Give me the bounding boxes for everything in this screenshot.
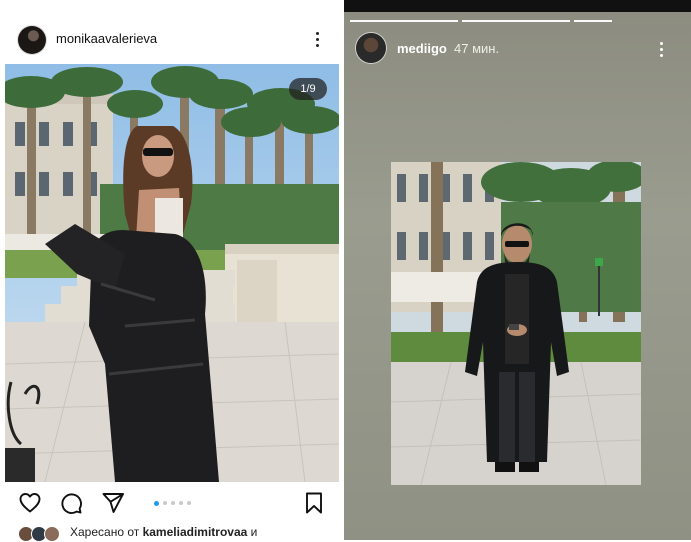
carousel-dot (163, 501, 167, 505)
story-author-avatar[interactable] (356, 33, 386, 63)
post-header: monikaavalerieva (0, 18, 344, 62)
story-photo-illustration (391, 162, 641, 485)
carousel-indicator (154, 500, 191, 507)
carousel-dot-active (154, 500, 159, 506)
post-author-avatar[interactable] (18, 26, 46, 54)
more-vertical-icon[interactable] (311, 28, 325, 50)
story-progress-segment (350, 20, 458, 22)
story-timestamp: 47 мин. (454, 41, 500, 56)
image-counter-badge: 1/9 (289, 78, 327, 100)
story-panel[interactable]: mediigo 47 мин. (344, 0, 691, 540)
post-actions-bar (0, 486, 344, 520)
story-progress-segment (574, 20, 612, 22)
carousel-dot (179, 501, 183, 505)
carousel-dot (171, 501, 175, 505)
post-photo[interactable]: 1/9 (5, 64, 339, 482)
bookmark-icon[interactable] (302, 491, 326, 515)
liked-by-username[interactable]: kameliadimitrovaa (143, 525, 248, 539)
post-photo-illustration (5, 64, 339, 482)
story-photo[interactable] (391, 162, 641, 485)
post-panel: monikaavalerieva 1/9 Харесано от kamelia… (0, 0, 344, 542)
liked-by-prefix: Харесано от (70, 525, 143, 539)
liked-by-suffix: и (247, 525, 258, 539)
story-author-username[interactable]: mediigo (397, 41, 447, 56)
story-progress-segment (462, 20, 570, 22)
post-author-username[interactable]: monikaavalerieva (56, 31, 157, 46)
comment-icon[interactable] (59, 491, 83, 515)
heart-icon[interactable] (18, 491, 42, 515)
liked-by-text: Харесано от kameliadimitrovaa и (70, 525, 257, 539)
more-vertical-icon[interactable] (655, 38, 669, 60)
carousel-dot (187, 501, 191, 505)
status-strip (344, 0, 691, 12)
share-icon[interactable] (101, 491, 125, 515)
liked-by-avatars (18, 526, 64, 542)
